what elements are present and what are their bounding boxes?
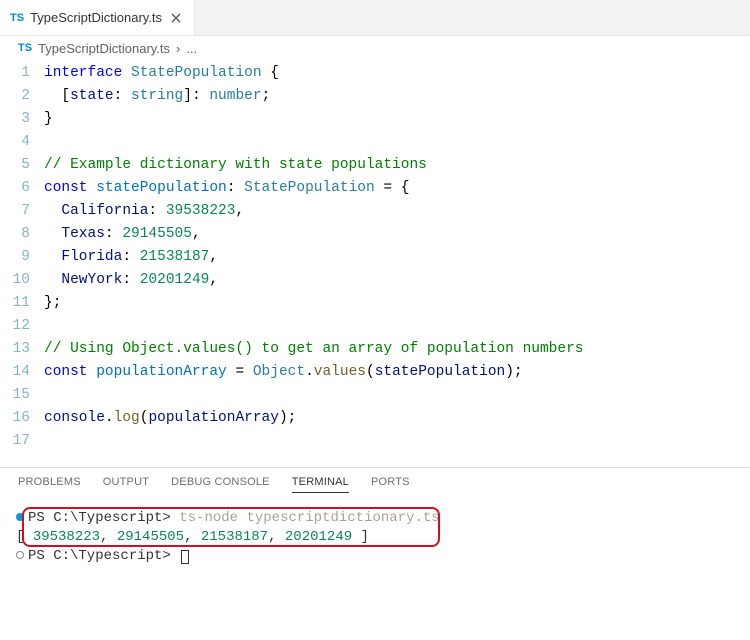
- tab-bar: TS TypeScriptDictionary.ts: [0, 0, 750, 36]
- panel-tabs: PROBLEMS OUTPUT DEBUG CONSOLE TERMINAL P…: [0, 468, 750, 499]
- code-line[interactable]: [44, 131, 740, 154]
- code-editor[interactable]: 1234567891011121314151617 interface Stat…: [0, 60, 750, 453]
- line-number: 16: [0, 407, 30, 430]
- line-number: 2: [0, 85, 30, 108]
- line-number: 12: [0, 315, 30, 338]
- code-line[interactable]: [state: string]: number;: [44, 85, 740, 108]
- tab-debug-console[interactable]: DEBUG CONSOLE: [171, 476, 270, 493]
- code-line[interactable]: const populationArray = Object.values(st…: [44, 361, 740, 384]
- terminal-prompt: PS C:\Typescript>: [28, 548, 179, 564]
- line-number: 15: [0, 384, 30, 407]
- line-number: 17: [0, 430, 30, 453]
- terminal-line: PS C:\Typescript>: [16, 547, 734, 566]
- line-number: 13: [0, 338, 30, 361]
- tab-terminal[interactable]: TERMINAL: [292, 476, 349, 493]
- code-line[interactable]: [44, 315, 740, 338]
- terminal-output: [ 39538223, 29145505, 21538187, 20201249…: [16, 528, 734, 547]
- breadcrumb-rest: ...: [186, 41, 197, 56]
- editor-tab[interactable]: TS TypeScriptDictionary.ts: [0, 0, 195, 35]
- tab-problems[interactable]: PROBLEMS: [18, 476, 81, 493]
- line-number: 8: [0, 223, 30, 246]
- code-line[interactable]: const statePopulation: StatePopulation =…: [44, 177, 740, 200]
- terminal-prompt: PS C:\Typescript>: [28, 510, 179, 526]
- code-line[interactable]: Florida: 21538187,: [44, 246, 740, 269]
- code-line[interactable]: console.log(populationArray);: [44, 407, 740, 430]
- line-gutter: 1234567891011121314151617: [0, 62, 44, 453]
- close-icon[interactable]: [168, 10, 184, 26]
- code-line[interactable]: [44, 384, 740, 407]
- tab-ports[interactable]: PORTS: [371, 476, 410, 493]
- code-line[interactable]: [44, 430, 740, 453]
- terminal[interactable]: PS C:\Typescript> ts-node typescriptdict…: [0, 499, 750, 574]
- bottom-panel: PROBLEMS OUTPUT DEBUG CONSOLE TERMINAL P…: [0, 467, 750, 574]
- code-line[interactable]: // Example dictionary with state populat…: [44, 154, 740, 177]
- line-number: 9: [0, 246, 30, 269]
- line-number: 11: [0, 292, 30, 315]
- breadcrumb[interactable]: TS TypeScriptDictionary.ts › ...: [0, 36, 750, 60]
- status-dot-icon: [16, 551, 24, 559]
- tab-filename: TypeScriptDictionary.ts: [30, 10, 162, 25]
- typescript-icon: TS: [18, 42, 32, 54]
- breadcrumb-separator: ›: [176, 41, 180, 56]
- line-number: 10: [0, 269, 30, 292]
- line-number: 14: [0, 361, 30, 384]
- line-number: 5: [0, 154, 30, 177]
- line-number: 7: [0, 200, 30, 223]
- line-number: 6: [0, 177, 30, 200]
- typescript-icon: TS: [10, 12, 24, 24]
- status-dot-icon: [16, 513, 24, 521]
- tab-output[interactable]: OUTPUT: [103, 476, 149, 493]
- code-line[interactable]: };: [44, 292, 740, 315]
- code-line[interactable]: }: [44, 108, 740, 131]
- code-content[interactable]: interface StatePopulation { [state: stri…: [44, 62, 750, 453]
- code-line[interactable]: // Using Object.values() to get an array…: [44, 338, 740, 361]
- breadcrumb-filename: TypeScriptDictionary.ts: [38, 41, 170, 56]
- code-line[interactable]: interface StatePopulation {: [44, 62, 740, 85]
- cursor-icon: [181, 550, 189, 564]
- code-line[interactable]: California: 39538223,: [44, 200, 740, 223]
- line-number: 3: [0, 108, 30, 131]
- terminal-line: PS C:\Typescript> ts-node typescriptdict…: [16, 509, 734, 528]
- line-number: 4: [0, 131, 30, 154]
- terminal-command: ts-node typescriptdictionary.ts: [179, 510, 439, 526]
- code-line[interactable]: NewYork: 20201249,: [44, 269, 740, 292]
- line-number: 1: [0, 62, 30, 85]
- code-line[interactable]: Texas: 29145505,: [44, 223, 740, 246]
